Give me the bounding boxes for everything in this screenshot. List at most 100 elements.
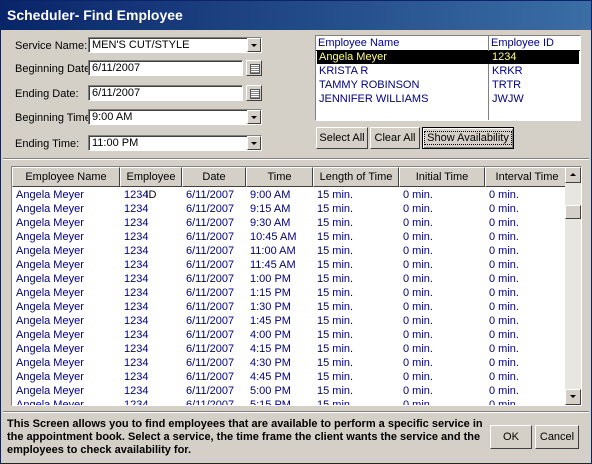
calendar-icon[interactable]: [246, 85, 262, 101]
grid-column-header[interactable]: Time: [246, 167, 313, 187]
ok-button[interactable]: OK: [490, 425, 532, 449]
table-cell: 1234: [124, 217, 149, 229]
grid-column-header[interactable]: Length of Time: [313, 167, 399, 187]
table-cell: 0 min.: [489, 245, 519, 257]
table-cell: 0 min.: [489, 259, 519, 271]
clear-all-button[interactable]: Clear All: [370, 127, 420, 149]
calendar-icon[interactable]: [246, 60, 262, 76]
table-cell: 0 min.: [489, 371, 519, 383]
table-cell: 15 min.: [317, 343, 354, 355]
table-row[interactable]: Angela Meyer 1234 6/11/2007 4:00 PM 15 min. 0…: [12, 328, 568, 342]
table-cell: Angela Meyer: [16, 343, 84, 355]
employee-list-item[interactable]: KRISTA R KRKR: [317, 65, 579, 78]
table-row[interactable]: Angela Meyer 1234 6/11/2007 4:45 PM 15 min. 0…: [12, 370, 568, 384]
table-cell: 1234: [124, 385, 149, 397]
table-row[interactable]: Angela Meyer 1234 6/11/2007 4:30 PM 15 min. 0…: [12, 356, 568, 370]
table-cell: Angela Meyer: [16, 329, 84, 341]
table-cell: 0 min.: [489, 315, 519, 327]
table-row[interactable]: Angela Meyer 1234 6/11/2007 9:30 AM 15 min. 0…: [12, 216, 568, 230]
table-row[interactable]: Angela Meyer 1234 6/11/2007 10:45 AM 15 min.…: [12, 230, 568, 244]
beginning-time-value: 9:00 AM: [92, 111, 133, 123]
table-cell: 1234: [124, 371, 149, 383]
employee-id-column-header: Employee ID: [491, 37, 554, 49]
table-cell: 1234: [124, 245, 149, 257]
employee-list[interactable]: Employee Name Employee ID Angela Meyer 1…: [315, 35, 581, 121]
table-row[interactable]: Angela Meyer 1234 6/11/2007 1:45 PM 15 min. 0…: [12, 314, 568, 328]
table-cell: 15 min.: [317, 189, 354, 201]
table-row[interactable]: Angela Meyer 1234 6/11/2007 11:00 AM 15 min.…: [12, 244, 568, 258]
table-row[interactable]: Angela Meyer 1234 6/11/2007 9:15 AM 15 min. 0…: [12, 202, 568, 216]
cancel-button[interactable]: Cancel: [535, 425, 579, 449]
table-cell: 0 min.: [489, 385, 519, 397]
table-cell: 5:00 PM: [250, 385, 291, 397]
grid-column-header[interactable]: Employee ID: [120, 167, 182, 201]
employee-list-item[interactable]: TAMMY ROBINSON TRTR: [317, 79, 579, 92]
table-cell: 0 min.: [489, 189, 519, 201]
beginning-time-select[interactable]: 9:00 AM: [88, 109, 262, 125]
window-title: Scheduler- Find Employee: [1, 1, 591, 30]
service-name-select[interactable]: MEN'S CUT/STYLE: [88, 37, 262, 53]
table-cell: 0 min.: [489, 329, 519, 341]
table-cell: 1234: [124, 259, 149, 271]
table-cell: 1234: [124, 399, 149, 406]
show-availability-button[interactable]: Show Availability: [422, 127, 514, 149]
service-name-label: Service Name:: [15, 40, 88, 52]
table-cell: 0 min.: [403, 231, 433, 243]
beginning-date-input[interactable]: 6/11/2007: [88, 60, 243, 76]
availability-grid[interactable]: Employee Name Employee ID Date Time Length o…: [11, 166, 582, 406]
table-cell: 15 min.: [317, 371, 354, 383]
table-cell: 0 min.: [489, 217, 519, 229]
show-availability-label: Show Availability: [424, 131, 512, 145]
table-cell: 4:30 PM: [250, 357, 291, 369]
select-all-button[interactable]: Select All: [316, 127, 368, 149]
table-cell: 15 min.: [317, 329, 354, 341]
chevron-down-icon[interactable]: [247, 38, 261, 52]
grid-column-header[interactable]: Initial Time: [399, 167, 485, 187]
table-cell: 0 min.: [403, 343, 433, 355]
table-cell: Angela Meyer: [16, 231, 84, 243]
employee-list-item[interactable]: Angela Meyer 1234: [317, 51, 579, 64]
table-cell: 15 min.: [317, 273, 354, 285]
table-cell: 6/11/2007: [186, 217, 235, 229]
table-cell: 1234: [124, 343, 149, 355]
table-row[interactable]: Angela Meyer 1234 6/11/2007 1:15 PM 15 min. 0…: [12, 286, 568, 300]
scroll-up-icon[interactable]: [565, 167, 581, 183]
table-cell: 15 min.: [317, 357, 354, 369]
grid-column-header[interactable]: Employee Name: [12, 167, 120, 187]
table-cell: Angela Meyer: [16, 203, 84, 215]
table-cell: 15 min.: [317, 217, 354, 229]
table-row[interactable]: Angela Meyer 1234 6/11/2007 5:15 PM 15 min. 0…: [12, 398, 568, 406]
table-cell: 6/11/2007: [186, 329, 235, 341]
ending-date-value: 6/11/2007: [92, 87, 141, 99]
table-row[interactable]: Angela Meyer 1234 6/11/2007 1:00 PM 15 min. 0…: [12, 272, 568, 286]
table-row[interactable]: Angela Meyer 1234 6/11/2007 5:00 PM 15 min. 0…: [12, 384, 568, 398]
ending-time-select[interactable]: 11:00 PM: [88, 135, 262, 151]
employee-list-item[interactable]: JENNIFER WILLIAMS JWJW: [317, 93, 579, 106]
table-row[interactable]: Angela Meyer 1234 6/11/2007 1:30 PM 15 min. 0…: [12, 300, 568, 314]
table-cell: Angela Meyer: [16, 287, 84, 299]
table-row[interactable]: Angela Meyer 1234 6/11/2007 9:00 AM 15 min. 0…: [12, 188, 568, 202]
table-cell: 0 min.: [403, 357, 433, 369]
grid-column-header[interactable]: Date: [182, 167, 246, 187]
grid-header: Employee Name Employee ID Date Time Length o…: [12, 167, 569, 201]
chevron-down-icon[interactable]: [247, 136, 261, 150]
table-row[interactable]: Angela Meyer 1234 6/11/2007 4:15 PM 15 min. 0…: [12, 342, 568, 356]
table-cell: 6/11/2007: [186, 273, 235, 285]
table-cell: 0 min.: [489, 301, 519, 313]
table-cell: Angela Meyer: [16, 357, 84, 369]
table-row[interactable]: Angela Meyer 1234 6/11/2007 11:45 AM 15 min.…: [12, 258, 568, 272]
table-cell: 15 min.: [317, 203, 354, 215]
table-cell: Angela Meyer: [16, 385, 84, 397]
ending-date-input[interactable]: 6/11/2007: [88, 85, 243, 101]
table-cell: Angela Meyer: [16, 301, 84, 313]
table-cell: 1234: [124, 301, 149, 313]
chevron-down-icon[interactable]: [247, 110, 261, 124]
table-cell: 0 min.: [403, 203, 433, 215]
grid-column-header[interactable]: Interval Time: [485, 167, 569, 187]
vertical-scrollbar[interactable]: [565, 167, 581, 405]
table-cell: 11:45 AM: [250, 259, 296, 271]
scroll-down-icon[interactable]: [565, 389, 581, 405]
table-cell: 15 min.: [317, 259, 354, 271]
help-text: This Screen allows you to find employees…: [7, 418, 483, 456]
scroll-thumb[interactable]: [565, 205, 581, 219]
